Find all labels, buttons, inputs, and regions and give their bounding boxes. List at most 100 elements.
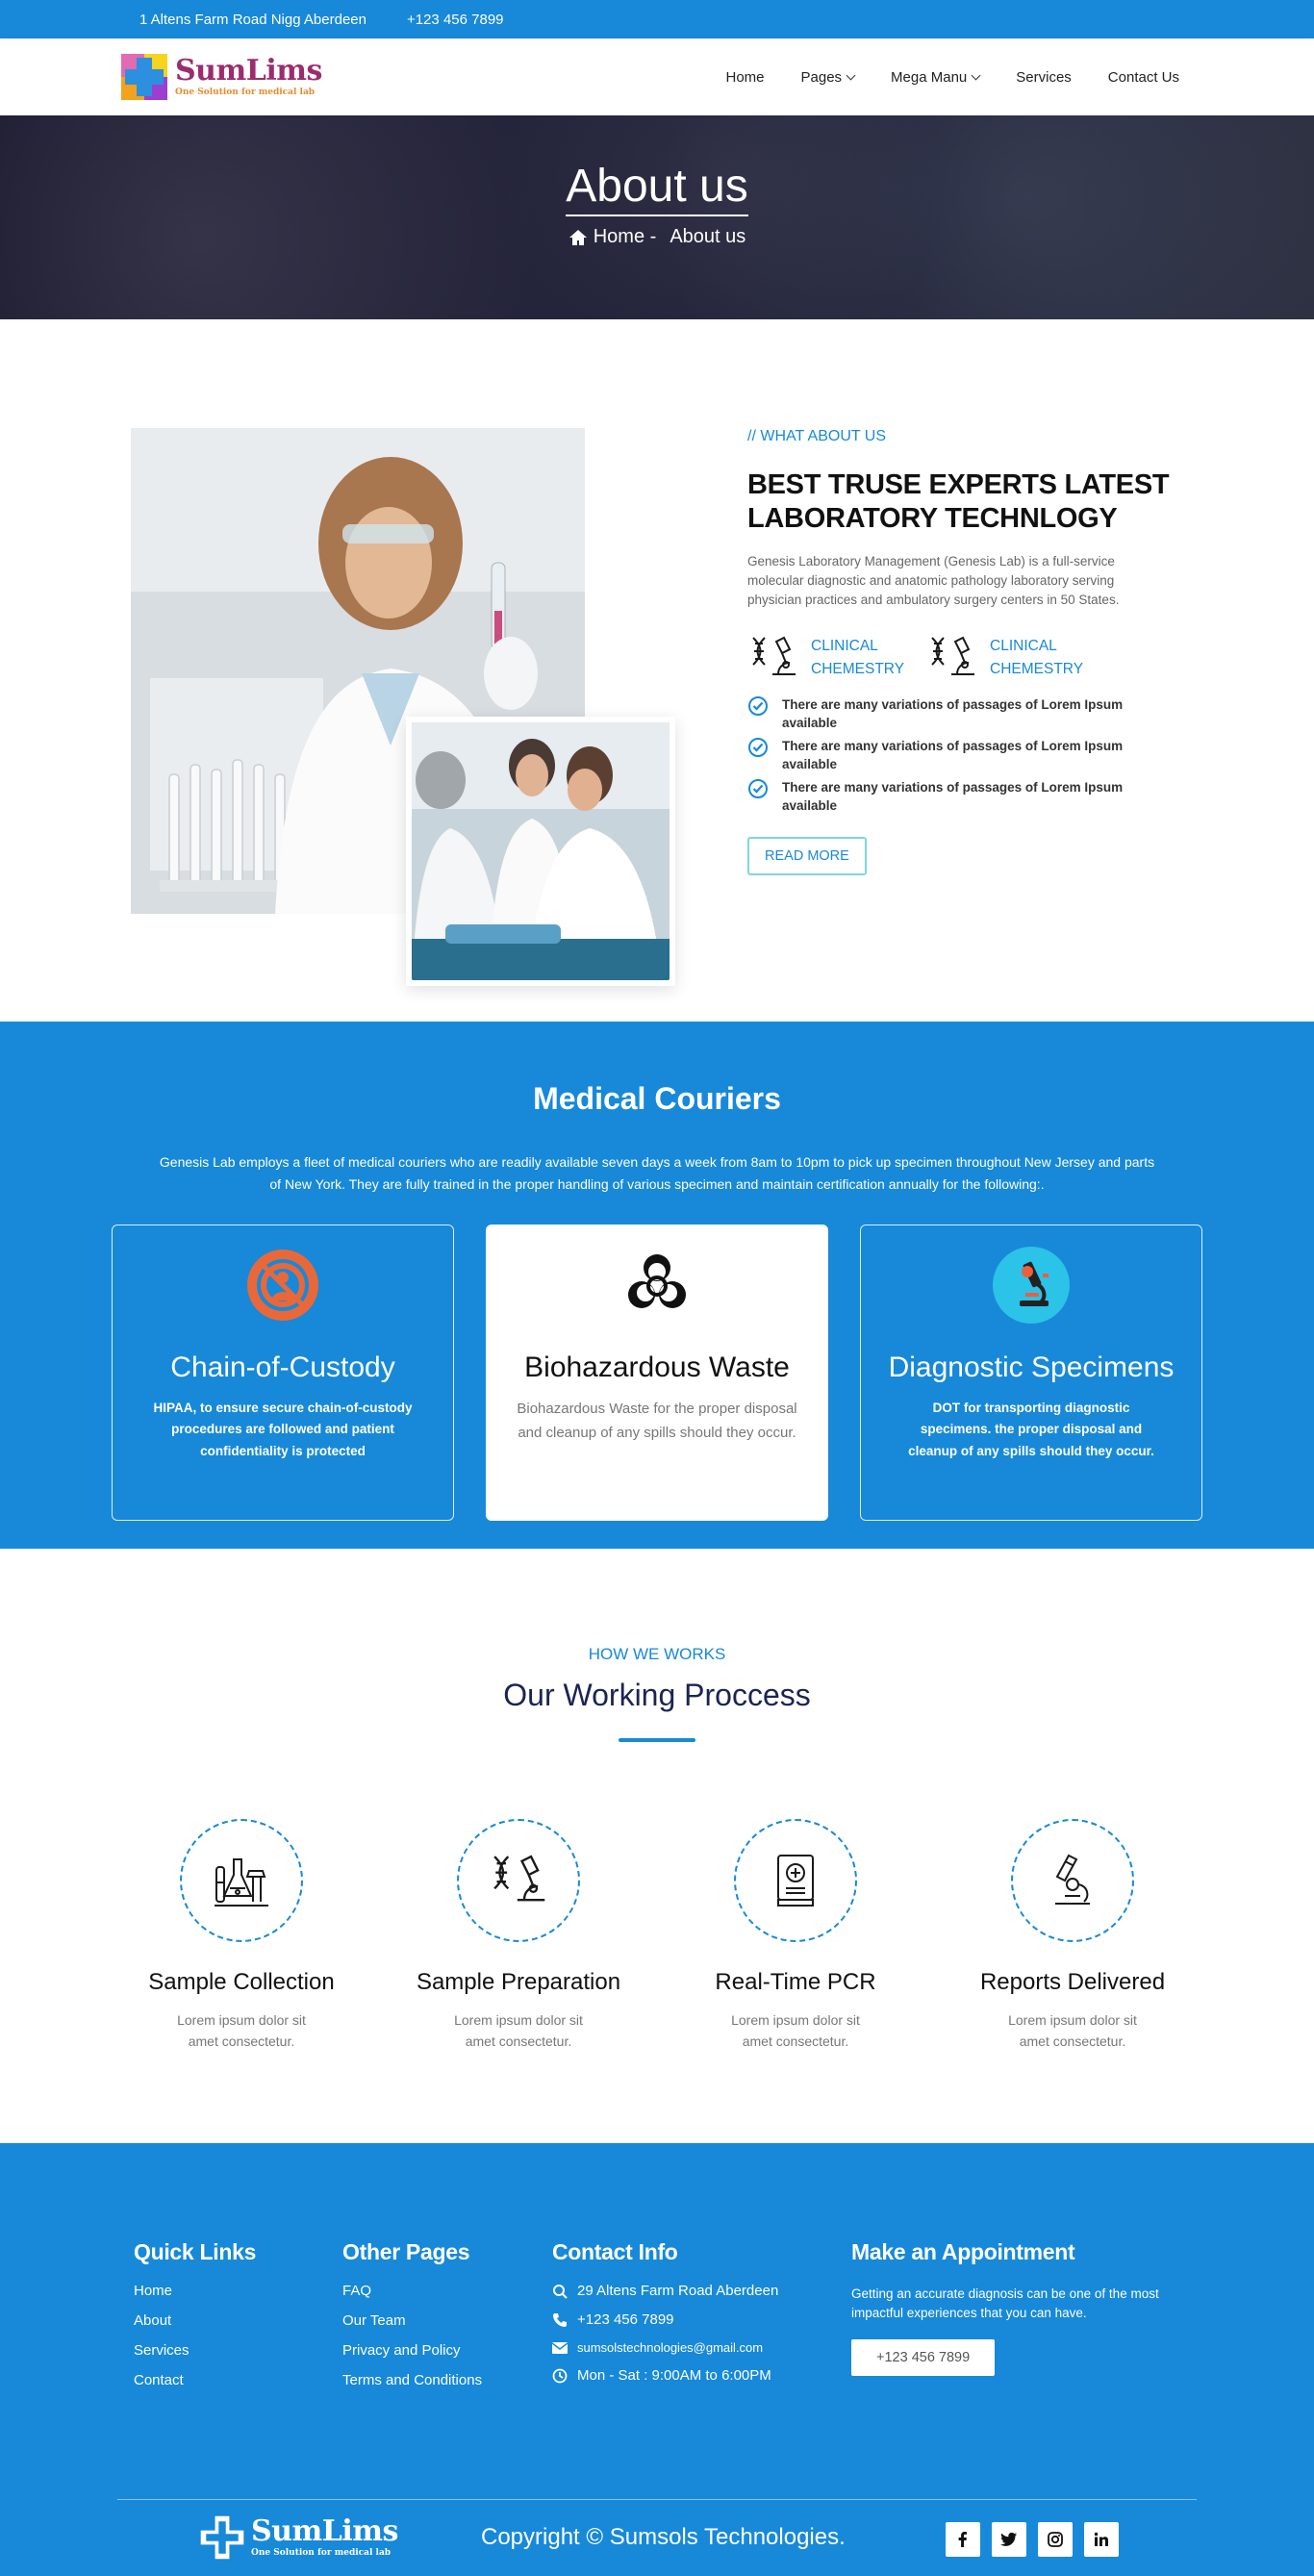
twitter-icon[interactable] (992, 2522, 1026, 2557)
brand-name: SumLims (175, 54, 322, 88)
appointment-phone-button[interactable]: +123 456 7899 (851, 2338, 996, 2376)
title-underline (619, 1738, 695, 1742)
card-desc: DOT for transporting diagnostic specimen… (908, 1401, 1154, 1458)
logo-cross-icon (121, 54, 167, 100)
nav-home[interactable]: Home (725, 69, 764, 86)
instagram-icon[interactable] (1038, 2522, 1073, 2557)
about-section: // WHAT ABOUT US BEST TRUSE EXPERTS LATE… (0, 319, 1314, 1022)
appointment-text: Getting an accurate diagnosis can be one… (851, 2286, 1159, 2321)
lab-flask-icon (215, 1858, 268, 1907)
footer-contact-info: Contact Info 29 Altens Farm Road Aberdee… (552, 2239, 778, 2396)
about-content: // WHAT ABOUT US BEST TRUSE EXPERTS LATE… (747, 428, 1171, 875)
check-circle-icon (748, 778, 768, 798)
footer-heading: Other Pages (342, 2239, 470, 2264)
footer-link-faq[interactable]: FAQ (342, 2283, 482, 2299)
feature-label: CLINICAL CHEMESTRY (811, 638, 905, 677)
nav-services[interactable]: Services (1016, 69, 1072, 86)
step-real-time-pcr: Real-Time PCR Lorem ipsum dolor sit amet… (657, 1819, 934, 2053)
brand-tagline: One Solution for medical lab (251, 2548, 392, 2558)
process-title: Our Working Proccess (503, 1678, 811, 1712)
copyright-text: Copyright © Sumsols Technologies. (481, 2524, 846, 2550)
card-title: Biohazardous Waste (524, 1351, 790, 1384)
linkedin-icon[interactable] (1084, 2522, 1119, 2557)
card-desc: Biohazardous Waste for the proper dispos… (517, 1401, 797, 1441)
footer-link-contact[interactable]: Contact (134, 2372, 256, 2388)
nav-mega-menu-label: Mega Manu (891, 68, 968, 86)
check-text: There are many variations of passages of… (782, 738, 1124, 772)
chevron-down-icon (971, 70, 981, 80)
footer-link-home[interactable]: Home (134, 2283, 256, 2299)
nav-menu: Home Pages Mega Manu Services Contact Us (725, 69, 1179, 86)
process-steps: Sample Collection Lorem ipsum dolor sit … (0, 1819, 1314, 2053)
nav-contact-label: Contact Us (1107, 68, 1179, 86)
couriers-cards: Chain-of-Custody HIPAA, to ensure secure… (0, 1225, 1314, 1522)
contact-hours: Mon - Sat : 9:00AM to 6:00PM (552, 2367, 778, 2384)
step-icon-circle (734, 1819, 857, 1942)
site-footer: Quick Links Home About Services Contact … (0, 2143, 1314, 2576)
topbar-phone[interactable]: +123 456 7899 (407, 12, 504, 28)
dna-microscope-icon (493, 1855, 545, 1902)
card-chain-of-custody[interactable]: Chain-of-Custody HIPAA, to ensure secure… (112, 1225, 454, 1522)
step-desc: Lorem ipsum dolor sit amet consectetur. (1008, 2012, 1137, 2050)
step-sample-preparation: Sample Preparation Lorem ipsum dolor sit… (380, 1819, 657, 2053)
check-circle-icon (748, 737, 768, 757)
contact-address-text: 29 Altens Farm Road Aberdeen (577, 2283, 779, 2299)
footer-other-pages: Other Pages FAQ Our Team Privacy and Pol… (342, 2239, 482, 2402)
logo-cross-icon (200, 2515, 244, 2560)
process-section: HOW WE WORKS Our Working Proccess Sample… (0, 1549, 1314, 2143)
step-desc: Lorem ipsum dolor sit amet consectetur. (454, 2012, 583, 2050)
chevron-down-icon (846, 70, 856, 80)
footer-heading: Make an Appointment (851, 2239, 1075, 2264)
nav-contact[interactable]: Contact Us (1108, 69, 1179, 86)
dna-microscope-icon (752, 636, 796, 675)
card-desc: HIPAA, to ensure secure chain-of-custody… (153, 1401, 413, 1458)
card-biohazardous-waste[interactable]: Biohazardous Waste Biohazardous Waste fo… (486, 1225, 828, 1522)
microscope-icon (1055, 1854, 1090, 1905)
step-reports-delivered: Reports Delivered Lorem ipsum dolor sit … (934, 1819, 1211, 2053)
breadcrumb-current: About us (670, 226, 746, 247)
brand-tagline: One Solution for medical lab (175, 88, 316, 97)
feature-label: CLINICAL CHEMESTRY (990, 638, 1084, 677)
nav-pages[interactable]: Pages (801, 69, 856, 86)
footer-quick-links: Quick Links Home About Services Contact (134, 2239, 256, 2402)
check-item: There are many variations of passages of… (747, 737, 1171, 774)
footer-link-about[interactable]: About (134, 2312, 256, 2329)
check-item: There are many variations of passages of… (747, 778, 1171, 816)
clock-icon (552, 2368, 568, 2383)
social-links (946, 2522, 1119, 2557)
topbar-address: 1 Altens Farm Road Nigg Aberdeen (139, 11, 366, 28)
card-title: Diagnostic Specimens (888, 1351, 1175, 1384)
home-icon (569, 229, 587, 245)
footer-link-services[interactable]: Services (134, 2342, 256, 2359)
card-diagnostic-specimens[interactable]: Diagnostic Specimens DOT for transportin… (860, 1225, 1202, 1522)
footer-heading: Quick Links (134, 2239, 257, 2264)
read-more-button[interactable]: READ MORE (747, 836, 867, 875)
page-hero: About us Home - About us (0, 115, 1314, 319)
check-text: There are many variations of passages of… (782, 696, 1124, 731)
card-title: Chain-of-Custody (170, 1351, 395, 1384)
main-navbar: SumLims One Solution for medical lab Hom… (0, 38, 1314, 115)
chain-custody-icon (247, 1250, 318, 1322)
contact-phone[interactable]: +123 456 7899 (552, 2311, 778, 2328)
couriers-title: Medical Couriers (533, 1081, 781, 1116)
contact-hours-text: Mon - Sat : 9:00AM to 6:00PM (577, 2367, 771, 2384)
contact-email-text: sumsolstechnologies@gmail.com (577, 2340, 764, 2355)
medical-book-icon (777, 1855, 814, 1907)
footer-logo[interactable]: SumLims One Solution for medical lab (197, 2513, 398, 2563)
step-desc: Lorem ipsum dolor sit amet consectetur. (731, 2012, 860, 2050)
footer-link-team[interactable]: Our Team (342, 2312, 482, 2329)
check-text: There are many variations of passages of… (782, 779, 1124, 814)
nav-mega-menu[interactable]: Mega Manu (891, 68, 981, 86)
contact-address: 29 Altens Farm Road Aberdeen (552, 2283, 778, 2299)
contact-email[interactable]: sumsolstechnologies@gmail.com (552, 2340, 778, 2355)
brand-logo[interactable]: SumLims One Solution for medical lab (117, 50, 322, 104)
breadcrumb-home[interactable]: Home - (594, 226, 657, 248)
facebook-icon[interactable] (946, 2522, 980, 2557)
step-icon-circle (457, 1819, 580, 1942)
footer-heading: Contact Info (552, 2239, 678, 2264)
footer-link-privacy[interactable]: Privacy and Policy (342, 2342, 482, 2359)
couriers-section: Medical Couriers Genesis Lab employs a f… (0, 1022, 1314, 1549)
feature-item: CLINICAL CHEMESTRY (747, 632, 907, 684)
step-title: Sample Preparation (416, 1969, 621, 1995)
footer-link-terms[interactable]: Terms and Conditions (342, 2372, 482, 2388)
